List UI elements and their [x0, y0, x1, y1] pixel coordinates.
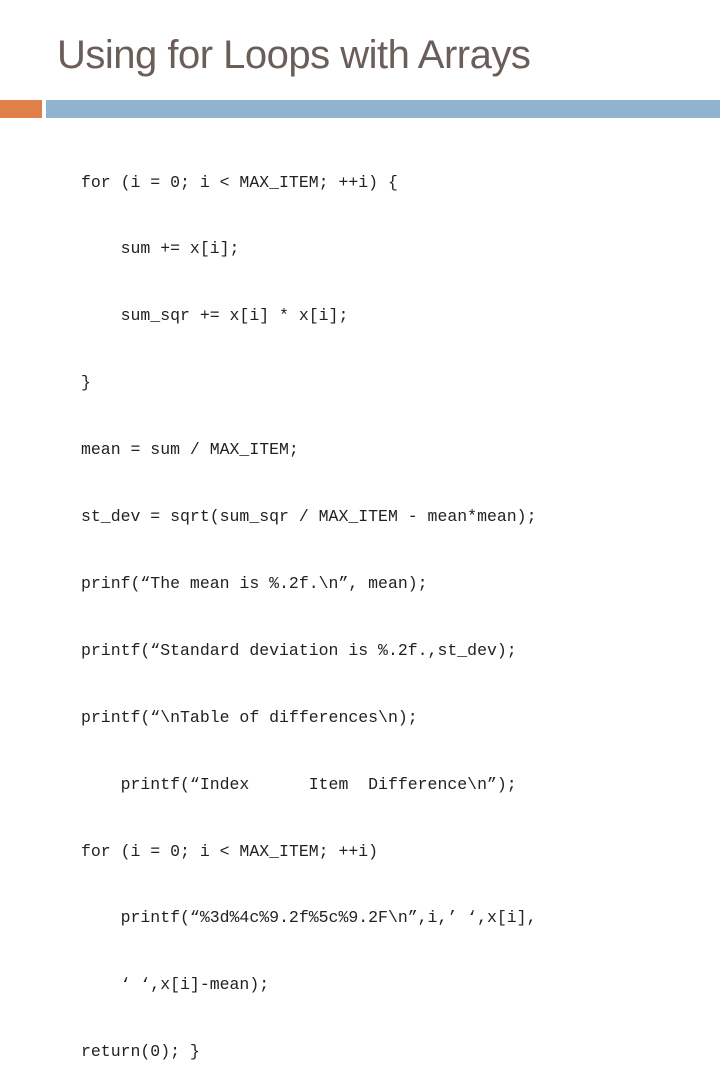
code-line: for (i = 0; i < MAX_ITEM; ++i) — [81, 841, 379, 861]
code-line: } — [81, 373, 91, 393]
code-line: printf(“Index Item Difference\n”); — [81, 774, 517, 794]
code-block: for (i = 0; i < MAX_ITEM; ++i) { sum += … — [81, 127, 536, 1080]
accent-bar-blue — [46, 100, 720, 118]
code-line: prinf(“The mean is %.2f.\n”, mean); — [81, 573, 428, 593]
code-line: ‘ ‘,x[i]-mean); — [81, 975, 270, 995]
code-line: printf(“%3d%4c%9.2f%5c%9.2F\n”,i,’ ‘,x[i… — [81, 908, 537, 928]
code-line: st_dev = sqrt(sum_sqr / MAX_ITEM - mean*… — [81, 507, 537, 527]
code-line: printf(“\nTable of differences\n); — [81, 707, 418, 727]
code-line: printf(“Standard deviation is %.2f.,st_d… — [81, 640, 517, 660]
code-line: for (i = 0; i < MAX_ITEM; ++i) { — [81, 172, 398, 192]
code-line: sum_sqr += x[i] * x[i]; — [81, 306, 349, 326]
accent-bar-orange — [0, 100, 42, 118]
code-line: mean = sum / MAX_ITEM; — [81, 440, 299, 460]
code-line: sum += x[i]; — [81, 239, 240, 259]
code-line: return(0); } — [81, 1042, 200, 1062]
slide-title: Using for Loops with Arrays — [57, 33, 531, 77]
